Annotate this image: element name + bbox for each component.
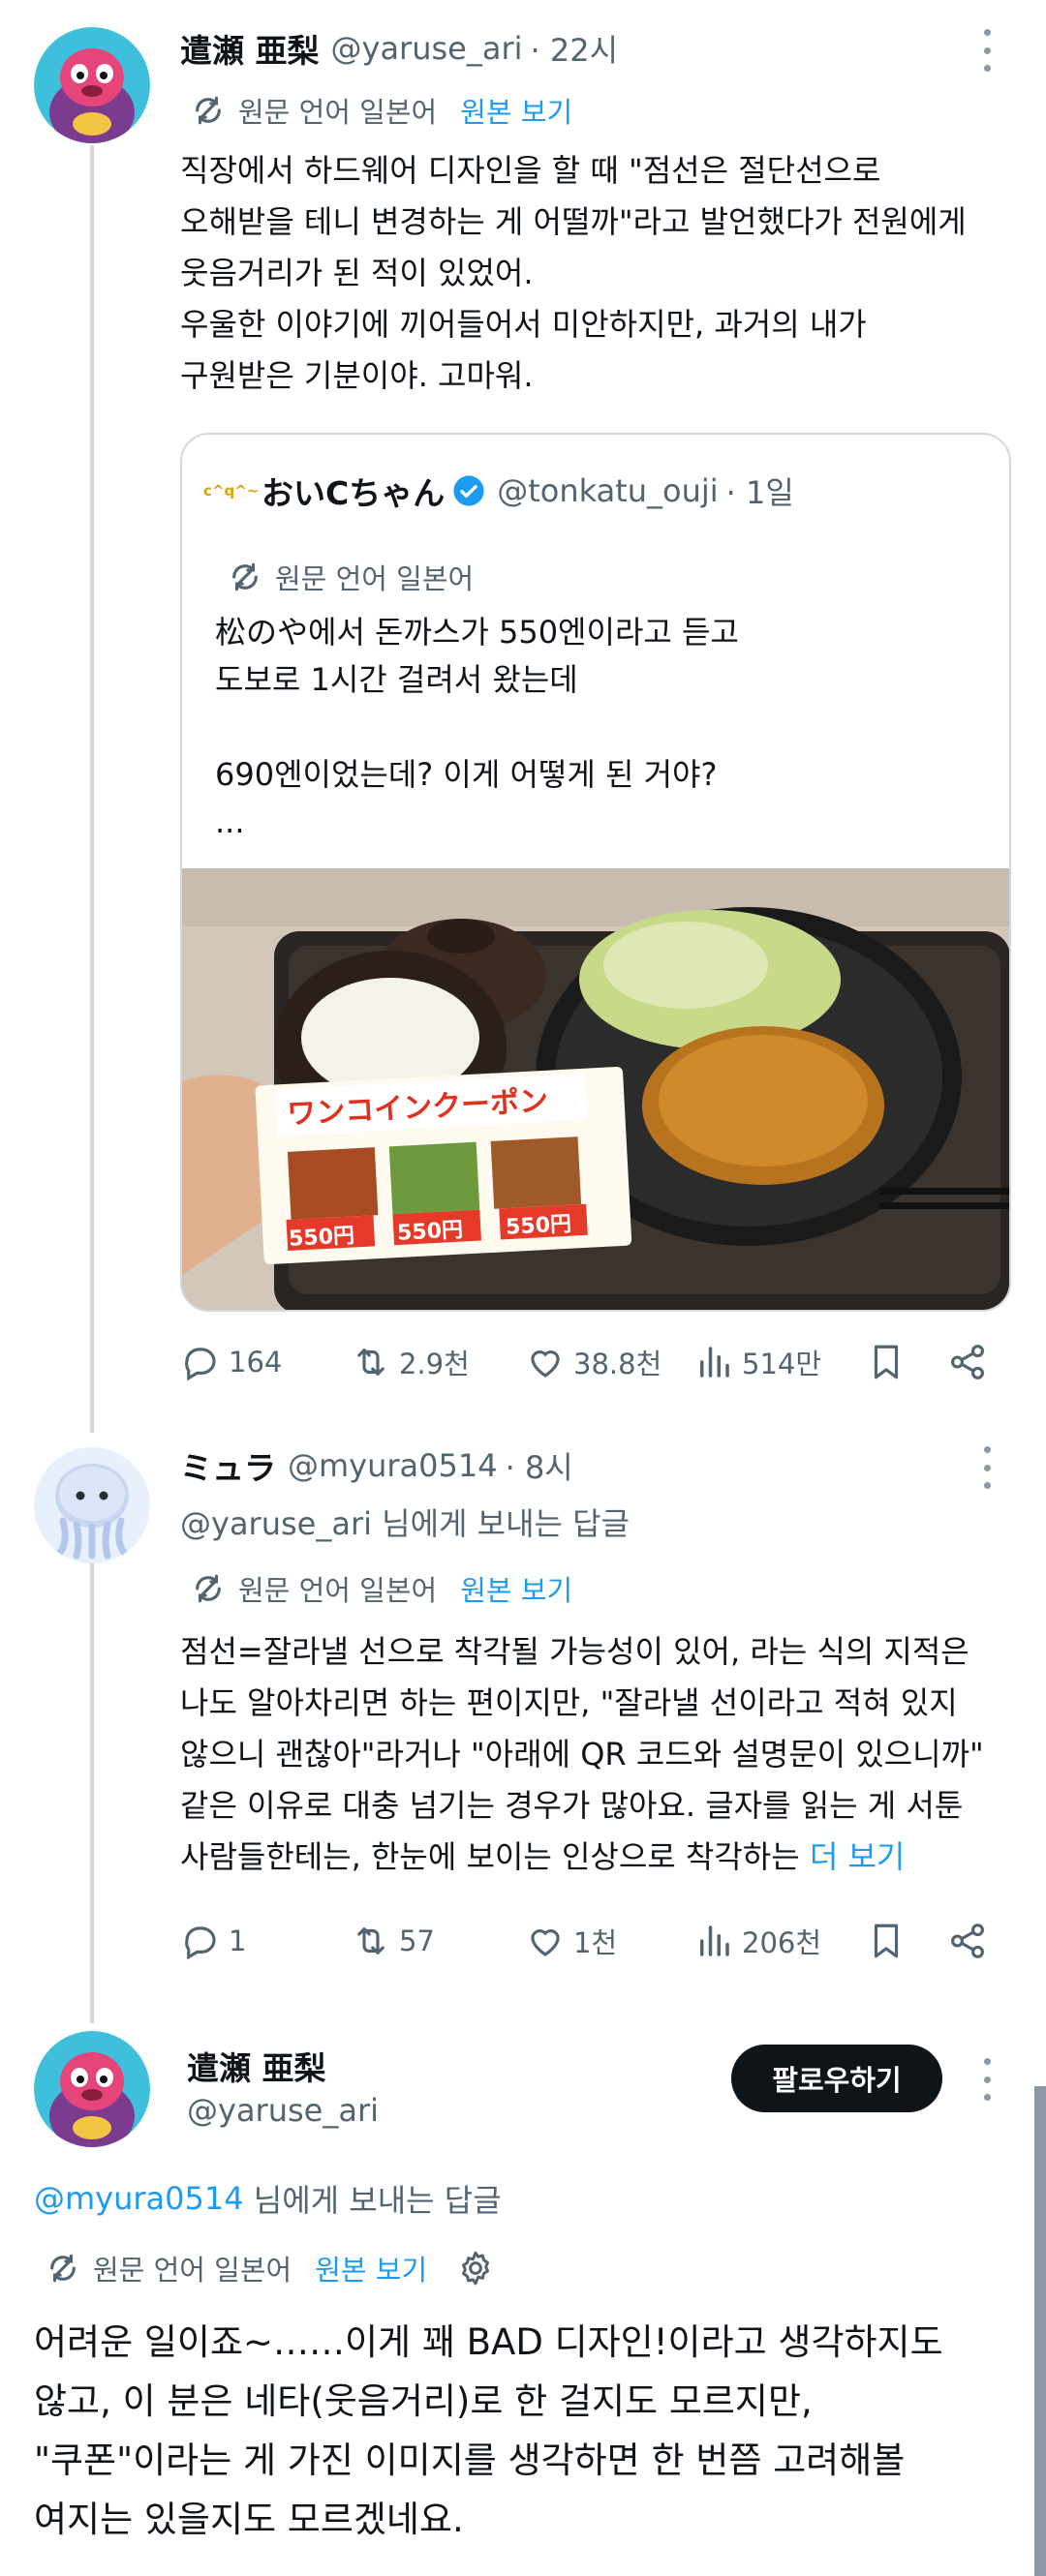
- author-name[interactable]: 遣瀬 亜梨: [187, 2043, 326, 2089]
- more-dots-icon[interactable]: [981, 29, 993, 72]
- share-button[interactable]: [947, 1921, 996, 1961]
- views-icon: [700, 1347, 729, 1378]
- thread-line: [90, 145, 94, 1433]
- quote-author-name[interactable]: おいCちゃん: [262, 468, 445, 514]
- retweet-icon: [357, 1349, 385, 1376]
- tweet2-actions: 1 57 1천 206천: [180, 1921, 1013, 1969]
- more-dots-icon[interactable]: [981, 1446, 993, 1489]
- author-handle[interactable]: @yaruse_ari: [331, 30, 523, 67]
- reply-icon: [185, 1348, 216, 1381]
- views-icon: [700, 1925, 729, 1956]
- scrollbar[interactable]: [1034, 2086, 1046, 2576]
- retweet-button[interactable]: 2.9천: [351, 1342, 470, 1382]
- verified-badge-icon: [453, 475, 484, 506]
- like-count: 38.8천: [573, 1348, 662, 1380]
- tweet3-handle-row: @yaruse_ari: [187, 2089, 379, 2132]
- translate-icon: [196, 1574, 221, 1603]
- post-time[interactable]: · 22시: [531, 26, 619, 71]
- quote-post-time[interactable]: · 1일: [726, 469, 794, 513]
- reply-to-line: @myura0514 님에게 보내는 답글: [34, 2177, 502, 2220]
- like-count: 1천: [573, 1926, 618, 1959]
- translation-row: 원문 언어 일본어 원본 보기: [192, 1569, 572, 1608]
- tweet-body: 어려운 일이죠~……이게 꽤 BAD 디자인!이라고 생각하지도 않고, 이 분…: [34, 2321, 943, 2540]
- quote-body: 松のや에서 돈까스가 550엔이라고 듣고 도보로 1시간 걸려서 왔는데 69…: [215, 614, 739, 840]
- more-dots-icon[interactable]: [981, 2058, 993, 2101]
- translation-row: 원문 언어 일본어 원본 보기: [46, 2247, 495, 2289]
- quote-translation-row: 원문 언어 일본어: [229, 558, 474, 596]
- retweet-count: 2.9천: [399, 1348, 470, 1380]
- translation-label: 원문 언어 일본어: [238, 1574, 438, 1607]
- coupon-price-3: 550円: [505, 1212, 572, 1240]
- share-icon: [951, 1924, 984, 1958]
- reply-to-line: @yaruse_ari 님에게 보내는 답글: [180, 1500, 630, 1543]
- show-original-link[interactable]: 원본 보기: [460, 1568, 572, 1609]
- author-name[interactable]: ミュラ: [180, 1442, 276, 1489]
- avatar-yaruse-ari[interactable]: [34, 27, 150, 143]
- bookmark-button[interactable]: [866, 1921, 914, 1961]
- thread-line: [90, 1530, 94, 2023]
- bookmark-icon: [874, 1345, 899, 1379]
- tweet1-header: 遣瀬 亜梨 @yaruse_ari · 22시: [180, 27, 618, 70]
- post-time[interactable]: · 8시: [506, 1443, 573, 1488]
- view-count: 514만: [742, 1348, 822, 1380]
- coupon-price-2: 550円: [396, 1218, 464, 1246]
- bookmark-button[interactable]: [866, 1342, 914, 1382]
- reply-icon: [185, 1926, 216, 1960]
- views-button[interactable]: 206천: [693, 1921, 821, 1961]
- show-more-link[interactable]: 더 보기: [810, 1838, 906, 1875]
- quote-author-handle[interactable]: @tonkatu_ouji: [497, 472, 718, 509]
- translation-label: 원문 언어 일본어: [238, 96, 438, 129]
- like-icon: [531, 1350, 560, 1378]
- share-icon: [951, 1345, 984, 1379]
- translate-icon: [232, 562, 258, 591]
- like-button[interactable]: 1천: [525, 1921, 617, 1961]
- tweet2-header: ミュラ @myura0514 · 8시: [180, 1444, 573, 1487]
- reply-to-suffix: 님에게 보내는 답글: [243, 2182, 502, 2219]
- reply-to-text: @yaruse_ari 님에게 보내는 답글: [180, 1505, 631, 1542]
- avatar-yaruse-ari[interactable]: [34, 2031, 150, 2147]
- translate-icon: [196, 96, 221, 125]
- avatar-myura[interactable]: [34, 1447, 150, 1563]
- reply-button[interactable]: 164: [180, 1342, 282, 1382]
- view-count: 206천: [742, 1926, 822, 1959]
- quote-tweet-card[interactable]: c^q^~ おいCちゃん @tonkatu_ouji · 1일 원문 언어 일본…: [180, 433, 1011, 1312]
- share-button[interactable]: [947, 1342, 996, 1382]
- reply-count: 164: [229, 1346, 283, 1379]
- tweet3-name-row: 遣瀬 亜梨: [187, 2045, 326, 2087]
- bookmark-icon: [874, 1924, 899, 1958]
- reply-to-handle-link[interactable]: @myura0514: [34, 2180, 244, 2217]
- translation-row: 원문 언어 일본어 원본 보기: [192, 91, 572, 130]
- author-handle[interactable]: @myura0514: [288, 1447, 498, 1484]
- reply-count: 1: [229, 1924, 247, 1957]
- show-original-link[interactable]: 원본 보기: [315, 2248, 427, 2288]
- retweet-icon: [357, 1927, 385, 1955]
- quote-avatar: c^q^~: [203, 482, 260, 500]
- retweet-count: 57: [399, 1924, 435, 1957]
- translate-icon: [50, 2254, 76, 2283]
- quote-translation-label: 원문 언어 일본어: [275, 562, 475, 595]
- author-name[interactable]: 遣瀬 亜梨: [180, 25, 320, 72]
- tweet-body: 직장에서 하드웨어 디자인을 할 때 "점선은 절단선으로 오해받을 테니 변경…: [180, 152, 967, 394]
- like-icon: [531, 1929, 560, 1956]
- retweet-button[interactable]: 57: [351, 1921, 435, 1961]
- quote-header: c^q^~ おいCちゃん @tonkatu_ouji · 1일: [203, 470, 794, 512]
- coupon-price-1: 550円: [288, 1224, 355, 1252]
- quote-photo[interactable]: ワンコインクーポン 550円 550円 550円: [182, 868, 1009, 1310]
- follow-button[interactable]: 팔로우하기: [731, 2045, 942, 2112]
- tweet-body: 점선=잘라낼 선으로 착각될 가능성이 있어, 라는 식의 지적은 나도 알아차…: [180, 1626, 1013, 1883]
- tweet1-actions: 164 2.9천 38.8천 514만: [180, 1342, 1013, 1390]
- translation-label: 원문 언어 일본어: [93, 2254, 292, 2287]
- views-button[interactable]: 514만: [693, 1342, 821, 1382]
- settings-gear-icon[interactable]: [456, 2249, 495, 2288]
- author-handle[interactable]: @yaruse_ari: [187, 2092, 379, 2129]
- reply-button[interactable]: 1: [180, 1921, 246, 1961]
- show-original-link[interactable]: 원본 보기: [460, 90, 572, 131]
- like-button[interactable]: 38.8천: [525, 1342, 661, 1382]
